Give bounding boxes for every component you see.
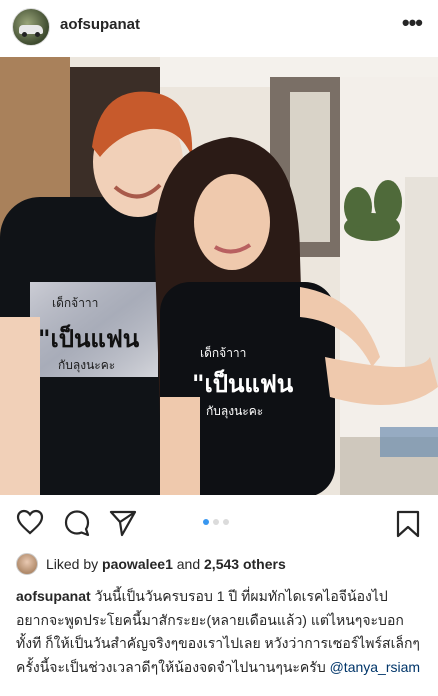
more-options-icon[interactable]: ••• bbox=[402, 12, 423, 34]
man-shirt-bottom: กับลุงนะคะ bbox=[58, 358, 115, 373]
carousel-dot bbox=[213, 519, 219, 525]
caption-username[interactable]: aofsupanat bbox=[16, 588, 91, 604]
post-caption: aofsupanat วันนี้เป็นวันครบรอบ 1 ปี ที่ผ… bbox=[16, 585, 424, 679]
caption-mention[interactable]: @tanya_rsiam bbox=[330, 659, 420, 675]
woman-shirt-small: เด็กจ้าาา bbox=[200, 345, 246, 360]
post-photo[interactable]: เด็กจ้าาา "เป็นแฟน กับลุงนะคะ เด็กจ้าาา … bbox=[0, 57, 438, 495]
likes-summary: Liked by paowalee1 and 2,543 others bbox=[16, 552, 286, 576]
profile-avatar[interactable] bbox=[12, 8, 50, 46]
carousel-dot bbox=[223, 519, 229, 525]
likes-middle: and bbox=[176, 556, 201, 572]
carousel-dot-active bbox=[203, 519, 209, 525]
post-actions bbox=[0, 497, 438, 549]
carousel-indicator bbox=[203, 519, 229, 525]
likes-prefix: Liked by bbox=[46, 556, 99, 572]
bookmark-icon[interactable] bbox=[396, 510, 420, 538]
woman-shirt-big: "เป็นแฟน bbox=[192, 369, 294, 398]
woman-shirt-bottom: กับลุงนะคะ bbox=[206, 404, 263, 419]
post-header: aofsupanat ••• bbox=[0, 0, 438, 52]
man-shirt-big: "เป็นแฟน bbox=[38, 324, 140, 353]
liker-username[interactable]: paowalee1 bbox=[102, 556, 173, 572]
send-icon[interactable] bbox=[109, 509, 137, 537]
heart-icon[interactable] bbox=[16, 509, 44, 535]
likes-count[interactable]: 2,543 others bbox=[204, 556, 286, 572]
comment-icon[interactable] bbox=[63, 509, 91, 537]
liker-avatar[interactable] bbox=[16, 553, 38, 575]
post-username[interactable]: aofsupanat bbox=[60, 16, 140, 33]
man-shirt-small: เด็กจ้าาา bbox=[52, 295, 98, 310]
